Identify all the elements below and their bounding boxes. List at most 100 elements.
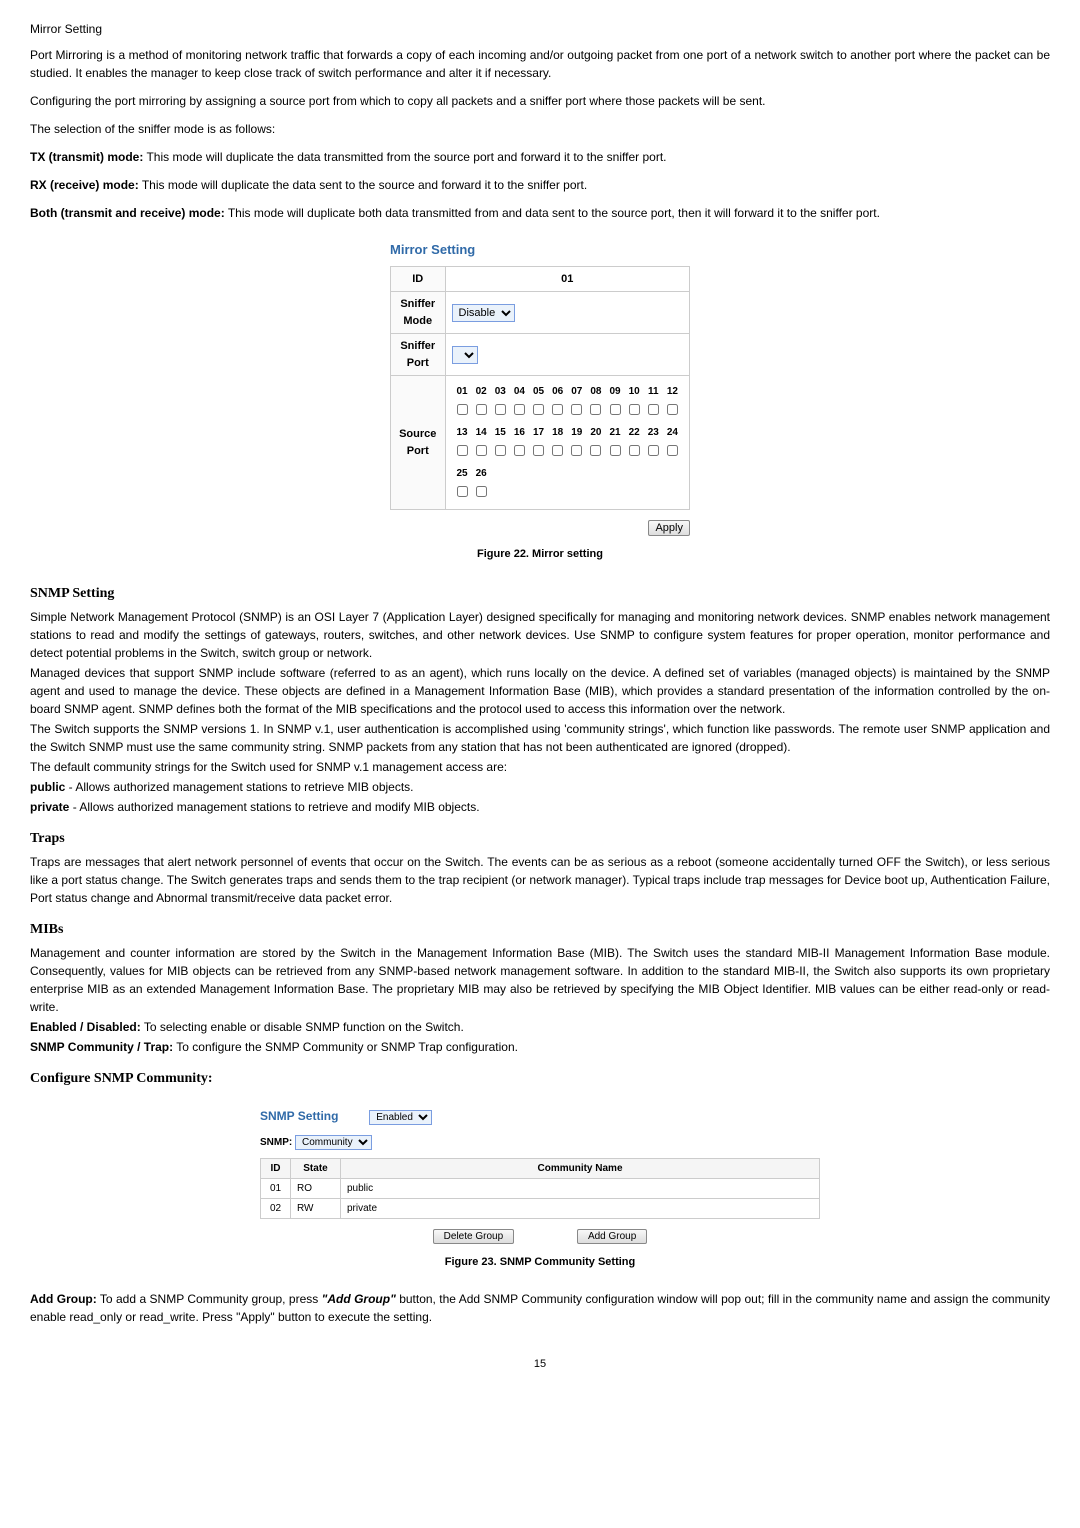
- source-port-checkbox[interactable]: [629, 445, 640, 456]
- table-row[interactable]: 01ROpublic: [261, 1178, 820, 1198]
- source-port-checkbox[interactable]: [610, 404, 621, 415]
- community-label: SNMP Community / Trap:: [30, 1040, 173, 1054]
- source-port-checkbox[interactable]: [552, 404, 563, 415]
- port-number: 22: [626, 423, 643, 442]
- snmp-heading: SNMP Setting: [30, 583, 1050, 604]
- snmp-p1: Simple Network Management Protocol (SNMP…: [30, 608, 1050, 662]
- port-number: 08: [587, 382, 604, 401]
- source-port-checkbox[interactable]: [457, 404, 468, 415]
- th-state: State: [291, 1158, 341, 1178]
- th-name: Community Name: [341, 1158, 820, 1178]
- source-port-checkbox[interactable]: [457, 486, 468, 497]
- enabled-label: Enabled / Disabled:: [30, 1020, 141, 1034]
- sniffer-port-select[interactable]: [452, 346, 478, 364]
- add-group-para: Add Group: To add a SNMP Community group…: [30, 1290, 1050, 1326]
- source-port-checkbox[interactable]: [495, 445, 506, 456]
- add-group-label: Add Group:: [30, 1292, 97, 1306]
- source-port-checkbox[interactable]: [571, 445, 582, 456]
- mirror-p1: Port Mirroring is a method of monitoring…: [30, 46, 1050, 82]
- configure-heading: Configure SNMP Community:: [30, 1068, 1050, 1089]
- source-port-checkbox[interactable]: [495, 404, 506, 415]
- figure-22: Mirror Setting ID 01 Sniffer Mode Disabl…: [30, 240, 1050, 563]
- source-port-checkbox[interactable]: [590, 404, 601, 415]
- page-number: 15: [30, 1356, 1050, 1373]
- source-port-grid: 010203040506070809101112 131415161718192…: [452, 380, 684, 505]
- source-port-checkbox[interactable]: [514, 445, 525, 456]
- source-port-checkbox[interactable]: [476, 445, 487, 456]
- source-port-checkbox[interactable]: [667, 445, 678, 456]
- port-number: 13: [454, 423, 471, 442]
- snmp-type-select[interactable]: Community: [295, 1135, 372, 1150]
- source-port-checkbox[interactable]: [457, 445, 468, 456]
- port-number: 01: [454, 382, 471, 401]
- rx-label: RX (receive) mode:: [30, 178, 139, 192]
- mirror-tx: TX (transmit) mode: This mode will dupli…: [30, 148, 1050, 166]
- source-port-checkbox[interactable]: [476, 404, 487, 415]
- port-number: 20: [587, 423, 604, 442]
- port-number: 12: [664, 382, 681, 401]
- enabled-text: To selecting enable or disable SNMP func…: [141, 1020, 464, 1034]
- source-port-checkbox[interactable]: [667, 404, 678, 415]
- port-number: 26: [473, 464, 490, 483]
- port-number: 07: [568, 382, 585, 401]
- add-group-button[interactable]: Add Group: [577, 1229, 647, 1244]
- cell-state: RO: [291, 1178, 341, 1198]
- sniffer-mode-select[interactable]: Disable: [452, 304, 515, 322]
- snmp-p3: The Switch supports the SNMP versions 1.…: [30, 720, 1050, 756]
- public-label: public: [30, 780, 65, 794]
- snmp-panel-title: SNMP Setting: [260, 1107, 338, 1125]
- snmp-p4: The default community strings for the Sw…: [30, 758, 1050, 776]
- tx-label: TX (transmit) mode:: [30, 150, 143, 164]
- mibs-community: SNMP Community / Trap: To configure the …: [30, 1038, 1050, 1056]
- source-port-checkbox[interactable]: [552, 445, 563, 456]
- mibs-p1: Management and counter information are s…: [30, 944, 1050, 1016]
- port-number: 25: [454, 464, 471, 483]
- community-text: To configure the SNMP Community or SNMP …: [173, 1040, 518, 1054]
- port-number: 21: [607, 423, 624, 442]
- traps-p1: Traps are messages that alert network pe…: [30, 853, 1050, 907]
- source-port-checkbox[interactable]: [533, 445, 544, 456]
- snmp-enabled-select[interactable]: Enabled: [369, 1110, 432, 1125]
- port-number: 18: [549, 423, 566, 442]
- delete-group-button[interactable]: Delete Group: [433, 1229, 514, 1244]
- table-row[interactable]: 02RWprivate: [261, 1198, 820, 1218]
- cell-id: 02: [261, 1198, 291, 1218]
- port-number: 03: [492, 382, 509, 401]
- figure-23: SNMP Setting Enabled SNMP: Community ID …: [30, 1107, 1050, 1271]
- th-id: ID: [261, 1158, 291, 1178]
- port-number: 17: [530, 423, 547, 442]
- add-group-btn-text: "Add Group": [322, 1292, 396, 1306]
- cell-name: private: [341, 1198, 820, 1218]
- port-number: 06: [549, 382, 566, 401]
- mirror-p3: The selection of the sniffer mode is as …: [30, 120, 1050, 138]
- source-port-checkbox[interactable]: [514, 404, 525, 415]
- source-port-checkbox[interactable]: [533, 404, 544, 415]
- mirror-panel-title: Mirror Setting: [390, 240, 690, 260]
- private-label: private: [30, 800, 69, 814]
- source-port-checkbox[interactable]: [648, 404, 659, 415]
- source-port-checkbox[interactable]: [629, 404, 640, 415]
- port-number: 05: [530, 382, 547, 401]
- port-number: 11: [645, 382, 662, 401]
- source-port-label: Source Port: [391, 376, 446, 510]
- mirror-rx: RX (receive) mode: This mode will duplic…: [30, 176, 1050, 194]
- source-port-checkbox[interactable]: [648, 445, 659, 456]
- both-label: Both (transmit and receive) mode:: [30, 206, 225, 220]
- port-number: 04: [511, 382, 528, 401]
- port-number: 09: [607, 382, 624, 401]
- source-port-checkbox[interactable]: [476, 486, 487, 497]
- source-port-checkbox[interactable]: [610, 445, 621, 456]
- port-number: 23: [645, 423, 662, 442]
- private-text: - Allows authorized management stations …: [69, 800, 479, 814]
- add-group-pre: To add a SNMP Community group, press: [97, 1292, 322, 1306]
- traps-heading: Traps: [30, 828, 1050, 849]
- tx-text: This mode will duplicate the data transm…: [143, 150, 666, 164]
- snmp-public: public - Allows authorized management st…: [30, 778, 1050, 796]
- cell-id: 01: [261, 1178, 291, 1198]
- source-port-checkbox[interactable]: [590, 445, 601, 456]
- mibs-heading: MIBs: [30, 919, 1050, 940]
- snmp-label: SNMP:: [260, 1137, 292, 1148]
- source-port-checkbox[interactable]: [571, 404, 582, 415]
- apply-button[interactable]: Apply: [648, 520, 690, 536]
- both-text: This mode will duplicate both data trans…: [225, 206, 880, 220]
